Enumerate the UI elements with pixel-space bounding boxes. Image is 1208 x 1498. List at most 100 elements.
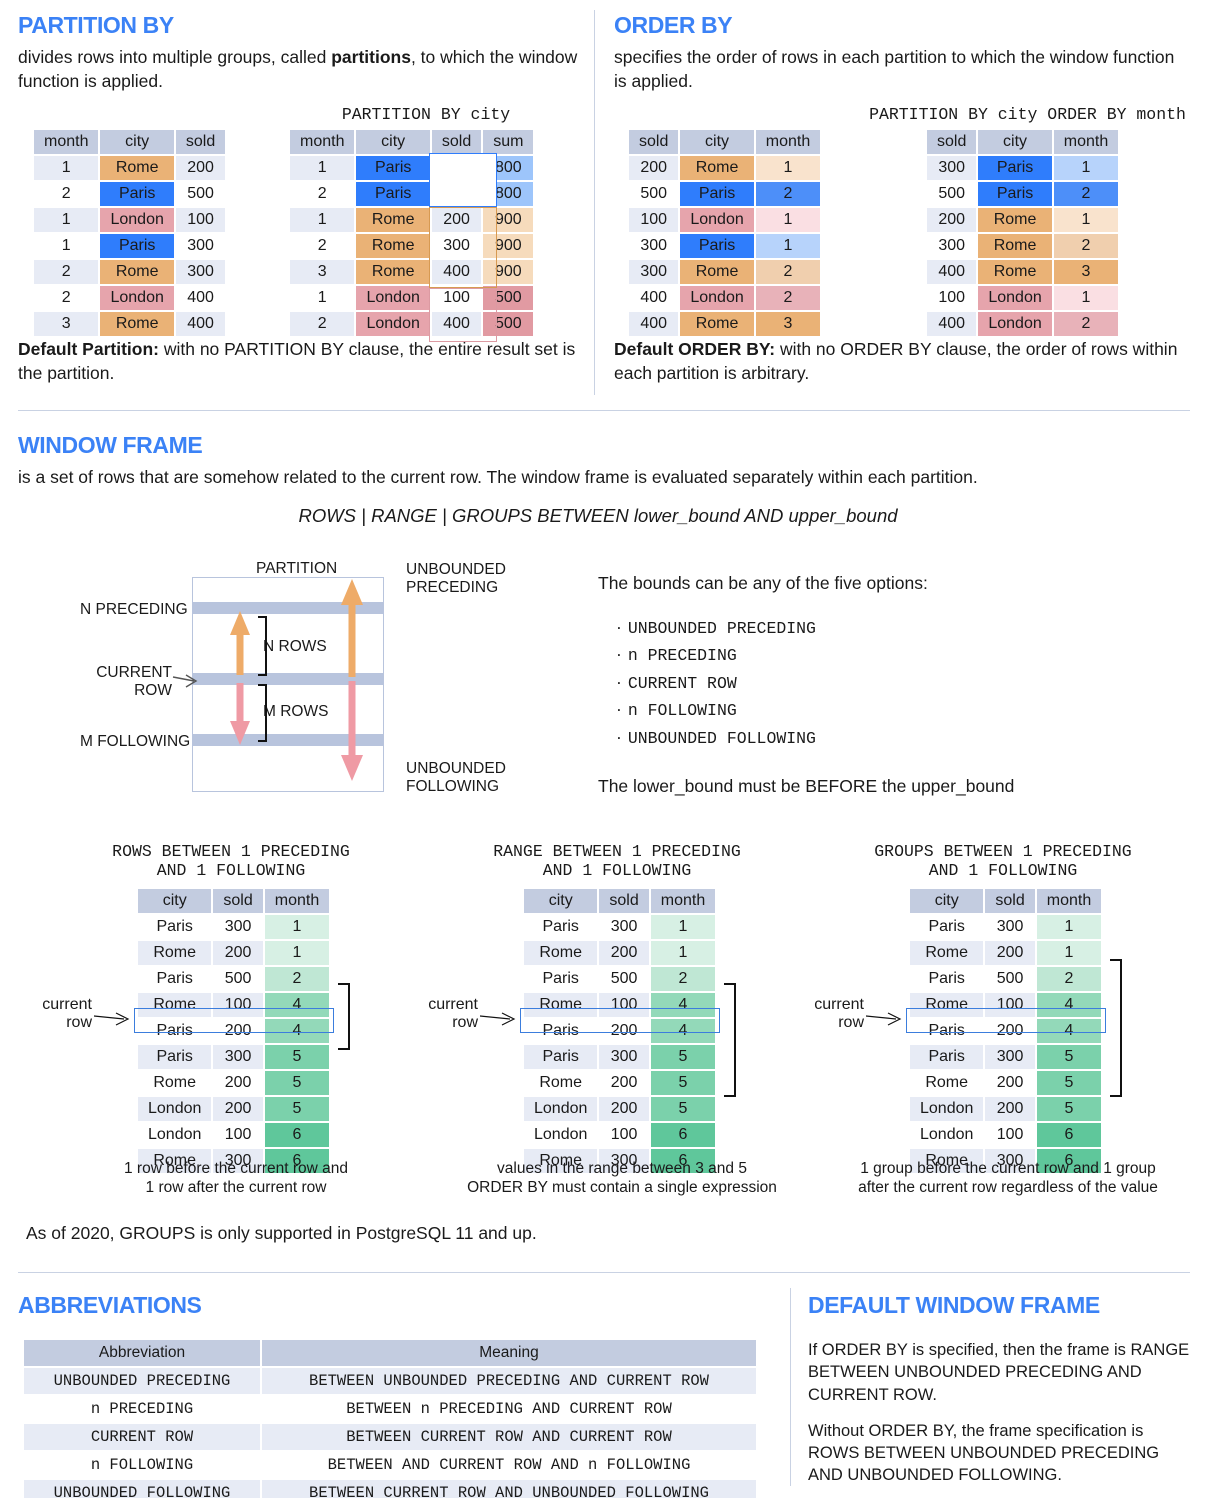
table-row: 2 London 400 500 [290, 312, 534, 336]
table-row: Paris 500 2 [524, 967, 716, 991]
cell-month: 4 [1036, 993, 1102, 1017]
table-row: 200 Rome 1 [629, 156, 821, 180]
cell-sold: 400 [927, 260, 977, 284]
cell-sold: 300 [927, 156, 977, 180]
cell-month: 5 [650, 1071, 716, 1095]
cell-month: 2 [755, 182, 821, 206]
frame-table-caption: GROUPS BETWEEN 1 PRECEDING AND 1 FOLLOWIN… [838, 842, 1168, 881]
table-row: 400 London 2 [629, 286, 821, 310]
table-row: Paris 200 4 [524, 1019, 716, 1043]
cell-city: London [356, 312, 430, 336]
cell-month: 2 [650, 967, 716, 991]
column-header-city: city [100, 130, 174, 154]
cell-sold: 100 [213, 1123, 263, 1147]
frame-caption-line2: AND 1 FOLLOWING [542, 860, 692, 880]
table-row: Paris 300 1 [138, 915, 330, 939]
cell-city: London [680, 208, 754, 232]
column-header-month: month [290, 130, 355, 154]
cell-city: Paris [100, 234, 174, 258]
cell-month: 2 [1036, 967, 1102, 991]
table-row: 300 Paris 1 [629, 234, 821, 258]
frame-bracket [1110, 959, 1122, 1097]
frame-note-line1: 1 group before the current row and 1 gro… [860, 1160, 1156, 1177]
default-orderby-label: Default ORDER BY: [614, 339, 776, 359]
cell-month: 6 [264, 1123, 330, 1147]
cell-city: Rome [138, 993, 212, 1017]
cell-sold: 500 [175, 182, 226, 206]
cell-city: Rome [100, 312, 174, 336]
column-header-month: month [1053, 130, 1119, 154]
cell-city: London [910, 1097, 984, 1121]
cell-month: 1 [755, 156, 821, 180]
table-row: 1 Paris 300 [34, 234, 226, 258]
cell-city: Rome [978, 234, 1052, 258]
cell-city: Paris [356, 156, 430, 180]
table-row: 2 Rome 300 [34, 260, 226, 284]
bound-option-1: · n PRECEDING [616, 641, 1188, 669]
cell-city: Paris [910, 915, 984, 939]
cell-month: 1 [650, 941, 716, 965]
cell-sold: 300 [175, 234, 226, 258]
table-row: Paris 300 5 [138, 1045, 330, 1069]
bullet-icon: · [616, 644, 622, 665]
cell-sold: 400 [629, 312, 679, 336]
frame-caption-line1: GROUPS BETWEEN 1 PRECEDING [874, 842, 1132, 861]
current-row-arrow-icon [866, 1012, 902, 1026]
default-window-frame-para2: Without ORDER BY, the frame specificatio… [808, 1421, 1160, 1485]
table-row: 400 Rome 3 [629, 312, 821, 336]
cell-month: 1 [290, 156, 355, 180]
cell-month: 1 [34, 208, 99, 232]
cell-month: 2 [34, 182, 99, 206]
cell-month: 6 [650, 1123, 716, 1147]
cell-city: Rome [910, 941, 984, 965]
bound-option-label: CURRENT ROW [627, 673, 737, 693]
cell-city: London [524, 1123, 598, 1147]
frame-note-line1: 1 row before the current row and [123, 1160, 348, 1177]
table-row: Rome 200 1 [910, 941, 1102, 965]
window-frame-section: WINDOW FRAME is a set of rows that are s… [18, 432, 1190, 490]
cell-sold: 100 [599, 1123, 649, 1147]
cell-sold: 400 [629, 286, 679, 310]
current-row-label: current row [792, 996, 864, 1033]
abbr-meaning: BETWEEN UNBOUNDED PRECEDING AND CURRENT … [262, 1368, 756, 1394]
order-by-title: ORDER BY [614, 12, 733, 38]
bound-option-label: n FOLLOWING [627, 701, 737, 721]
frame-table-wrap: city sold month Paris 300 1 Rome 200 1 Paris 500 2 R… [908, 887, 1103, 1175]
cell-sold: 400 [175, 286, 226, 310]
cell-sum: 500 [483, 286, 534, 310]
column-header-sold: sold [985, 889, 1035, 913]
table-row: 500 Paris 2 [629, 182, 821, 206]
cell-city: London [138, 1123, 212, 1147]
cell-city: Rome [524, 1071, 598, 1095]
table-row: Rome 200 5 [524, 1071, 716, 1095]
cell-city: Paris [138, 915, 212, 939]
cell-city: Rome [910, 993, 984, 1017]
frame-note-line2: 1 row after the current row [145, 1179, 327, 1197]
partition-result-table: month city sold sum 1 Paris 300 800 2 Paris 500 800… [288, 128, 535, 338]
abbr-column-header-1: Meaning [262, 1340, 756, 1366]
current-row-label: current row [406, 996, 478, 1033]
cell-month: 1 [264, 915, 330, 939]
bound-option-4: · UNBOUNDED FOLLOWING [616, 724, 1188, 752]
cell-city: Paris [978, 182, 1052, 206]
cell-month: 5 [1036, 1097, 1102, 1121]
abbr-name: UNBOUNDED FOLLOWING [24, 1480, 260, 1498]
current-row-label-line1: current [42, 996, 92, 1013]
column-header-city: city [978, 130, 1052, 154]
cell-month: 1 [1036, 941, 1102, 965]
cell-city: London [910, 1123, 984, 1147]
cell-sum: 800 [483, 156, 534, 180]
table-row: 1 Rome 200 [34, 156, 226, 180]
frame-bracket [724, 982, 736, 1097]
window-frame-formula: ROWS | RANGE | GROUPS BETWEEN lower_boun… [298, 505, 898, 526]
cell-month: 3 [1053, 260, 1119, 284]
cell-sold: 100 [985, 993, 1035, 1017]
cell-city: Rome [524, 941, 598, 965]
cell-city: Paris [680, 182, 754, 206]
cell-sold: 200 [927, 208, 977, 232]
cell-month: 2 [755, 286, 821, 310]
abbr-row: UNBOUNDED FOLLOWING BETWEEN CURRENT ROW A… [24, 1480, 756, 1498]
cell-city: London [100, 286, 174, 310]
cell-city: Paris [138, 1045, 212, 1069]
postgres-note: As of 2020, GROUPS is only supported in … [26, 1223, 537, 1243]
